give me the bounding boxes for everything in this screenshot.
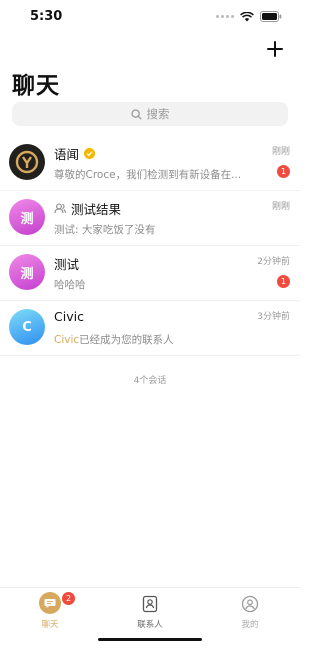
- conversation-preview: 哈哈哈: [54, 279, 86, 291]
- chat-bubble-icon: [39, 592, 61, 614]
- preview-text: 已经成为您的联系人: [79, 334, 174, 346]
- tab-badge: 2: [62, 592, 75, 605]
- conversation-time: 3分钟前: [257, 312, 290, 322]
- tab-chats[interactable]: 2 聊天: [0, 592, 100, 632]
- conversation-count: 4个会话: [133, 376, 167, 386]
- contact-name-link: Civic: [54, 334, 80, 346]
- tab-label: 联系人: [137, 620, 163, 630]
- conversation-preview: 尊敬的Croce，我们检测到有新设备在...: [54, 169, 242, 181]
- status-bar: 5:30: [0, 0, 300, 34]
- conversation-name-text: 语闻: [54, 147, 80, 162]
- tab-me[interactable]: 我的: [200, 592, 300, 632]
- conversation-time: 2分钟前: [257, 257, 290, 267]
- search-input[interactable]: 搜索: [12, 102, 288, 126]
- avatar: C: [9, 309, 45, 345]
- conversation-row[interactable]: C Civic Civic已经成为您的联系人 3分钟前: [0, 301, 300, 356]
- page-title: 聊天: [12, 73, 60, 99]
- unread-badge: 1: [277, 275, 290, 288]
- search-icon: [130, 108, 142, 120]
- home-indicator: [98, 638, 202, 641]
- avatar: 测: [9, 199, 45, 235]
- tab-label: 我的: [241, 620, 259, 630]
- conversation-list: 语闻 尊敬的Croce，我们检测到有新设备在... 刚刚 1 测 测试结果 测试…: [0, 136, 300, 356]
- conversation-row[interactable]: 测 测试 哈哈哈 2分钟前 1: [0, 246, 300, 301]
- conversation-row[interactable]: 测 测试结果 测试: 大家吃饭了没有 刚刚: [0, 191, 300, 246]
- conversation-row[interactable]: 语闻 尊敬的Croce，我们检测到有新设备在... 刚刚 1: [0, 136, 300, 191]
- conversation-time: 刚刚: [271, 147, 290, 157]
- conversation-name: 测试结果: [54, 199, 121, 218]
- conversation-name-text: Civic: [54, 309, 84, 324]
- battery-icon: [260, 11, 282, 22]
- conversation-preview: Civic已经成为您的联系人: [54, 332, 244, 347]
- contacts-icon: [140, 594, 160, 614]
- conversation-name-text: 测试: [54, 257, 80, 272]
- conversation-time: 刚刚: [271, 202, 290, 212]
- unread-badge: 1: [277, 165, 290, 178]
- conversation-name-text: 测试结果: [71, 202, 122, 217]
- avatar: [9, 144, 45, 180]
- tab-label: 聊天: [41, 620, 59, 630]
- signal-icon: [216, 15, 234, 18]
- conversation-name: 测试: [54, 254, 79, 273]
- conversation-preview: 测试: 大家吃饭了没有: [54, 224, 156, 236]
- avatar: 测: [9, 254, 45, 290]
- profile-icon: [240, 594, 260, 614]
- verified-icon: [84, 148, 96, 159]
- conversation-name: 语闻: [54, 144, 96, 163]
- wifi-icon: [240, 11, 254, 22]
- add-button[interactable]: [264, 38, 286, 60]
- search-placeholder: 搜索: [146, 107, 170, 121]
- app-logo-icon: [15, 150, 39, 174]
- tab-contacts[interactable]: 联系人: [100, 592, 200, 632]
- conversation-name: Civic: [54, 309, 84, 324]
- status-time: 5:30: [30, 9, 63, 24]
- status-icons: [216, 11, 282, 22]
- group-icon: [54, 203, 66, 214]
